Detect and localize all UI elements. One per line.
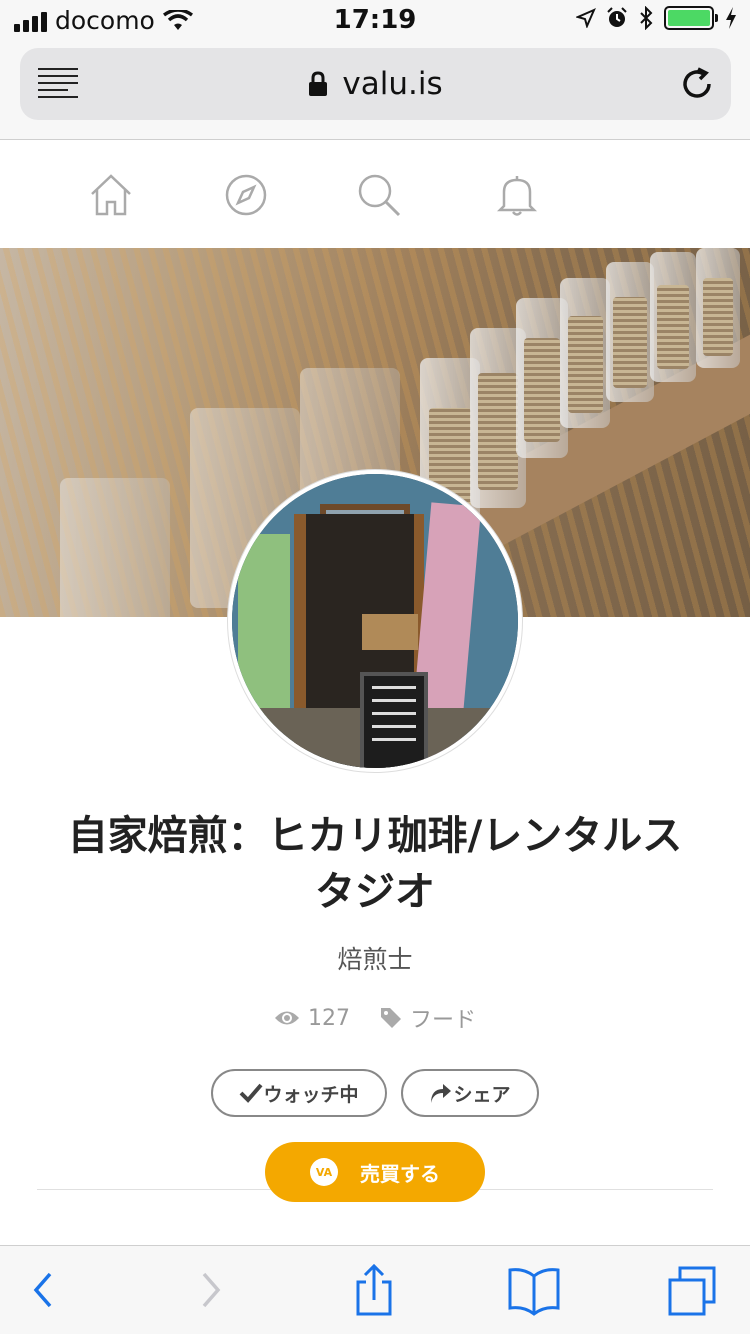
status-right — [576, 6, 738, 30]
page: docomo 17:19 valu.is 自家焙煎：ヒカリ珈琲/レンタルスタジオ… — [0, 0, 750, 1334]
browser-address-area: valu.is — [0, 40, 750, 140]
eye-icon — [274, 1011, 299, 1025]
profile-title: 自家焙煎：ヒカリ珈琲/レンタルスタジオ — [67, 813, 683, 915]
profile-subtitle: 焙煎士 — [337, 945, 413, 974]
view-count-value: 127 — [307, 1005, 350, 1031]
category-label: フード — [409, 1008, 476, 1033]
location-arrow-icon — [576, 8, 596, 28]
back-icon[interactable] — [14, 1264, 70, 1316]
buy-sell-button[interactable]: VA 売買する — [265, 1142, 485, 1202]
share-label: シェア — [453, 1083, 511, 1106]
category-tag[interactable]: フード — [380, 1002, 476, 1034]
tabs-icon[interactable] — [664, 1264, 720, 1316]
profile-meta: 127 フード — [0, 1002, 750, 1034]
buy-sell-label: 売買する — [360, 1161, 440, 1186]
profile-avatar — [228, 470, 522, 772]
alarm-icon — [607, 7, 627, 27]
app-nav — [0, 140, 750, 248]
checkmark-icon — [240, 1083, 263, 1103]
reload-icon[interactable] — [679, 66, 715, 102]
compass-icon[interactable] — [223, 172, 269, 218]
browser-toolbar — [0, 1245, 750, 1334]
url-display[interactable]: valu.is — [20, 66, 731, 102]
forward-icon[interactable] — [184, 1264, 240, 1316]
share-button[interactable]: シェア — [401, 1069, 539, 1117]
battery-icon — [664, 6, 718, 30]
share-icon[interactable] — [346, 1264, 402, 1316]
bluetooth-icon — [640, 6, 653, 30]
watch-button[interactable]: ウォッチ中 — [211, 1069, 387, 1117]
address-bar[interactable]: valu.is — [20, 48, 731, 120]
watch-label: ウォッチ中 — [263, 1083, 359, 1106]
status-bar: docomo 17:19 — [0, 0, 750, 40]
valu-logo-icon: VA — [310, 1158, 338, 1186]
tag-icon — [380, 1008, 401, 1028]
charging-bolt-icon — [726, 7, 736, 29]
bookmarks-icon[interactable] — [506, 1264, 562, 1316]
lock-icon — [309, 71, 328, 96]
profile-actions: ウォッチ中 シェア — [0, 1069, 750, 1117]
view-count: 127 — [274, 1002, 350, 1034]
search-icon[interactable] — [356, 172, 402, 218]
bell-icon[interactable] — [494, 172, 540, 218]
url-text: valu.is — [342, 66, 443, 102]
share-arrow-icon — [431, 1084, 452, 1103]
home-icon[interactable] — [88, 172, 134, 218]
